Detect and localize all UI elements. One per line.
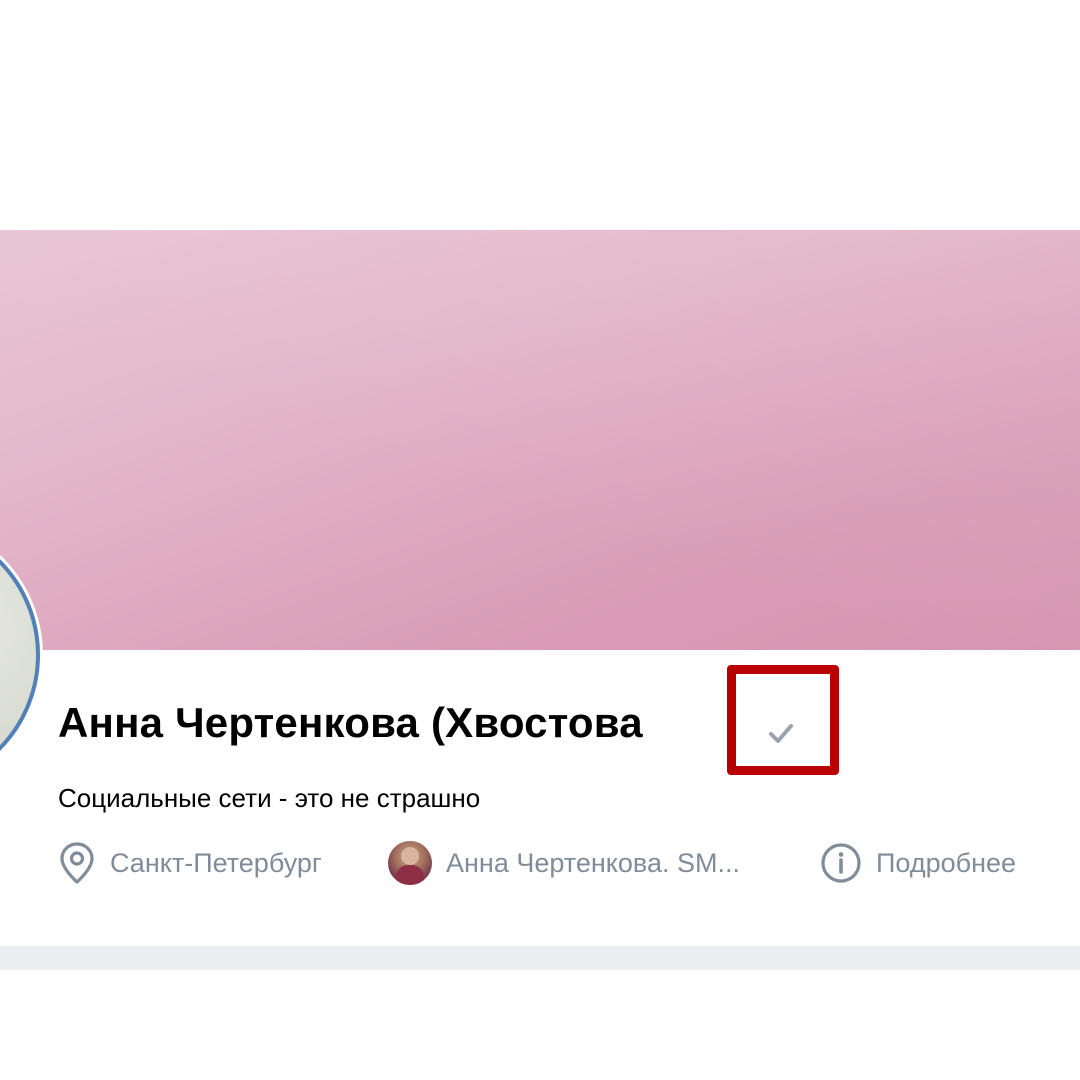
group-avatar [388,841,432,885]
section-divider [0,946,1080,970]
meta-city-label: Санкт-Петербург [110,847,322,878]
info-icon [820,842,862,884]
meta-group-label: Анна Чертенкова. SM... [446,847,740,878]
profile-cover[interactable] [0,230,1080,650]
meta-city[interactable]: Санкт-Петербург [58,841,388,885]
meta-group[interactable]: Анна Чертенкова. SM... [388,841,820,885]
profile-meta-row: Санкт-Петербург Анна Чертенкова. SM... П… [58,838,1016,888]
top-whitespace [0,0,1080,230]
profile-name: Анна Чертенкова (Хвостова [58,699,643,746]
profile-page: Анна Чертенкова (Хвостова Социальные сет… [0,0,1080,1080]
location-pin-icon [58,841,96,885]
meta-details-label: Подробнее [876,847,1017,878]
profile-status[interactable]: Социальные сети - это не страшно [58,783,480,814]
meta-details-link[interactable]: Подробнее [820,842,1016,884]
check-icon[interactable] [766,718,796,748]
group-avatar-image [388,841,432,885]
